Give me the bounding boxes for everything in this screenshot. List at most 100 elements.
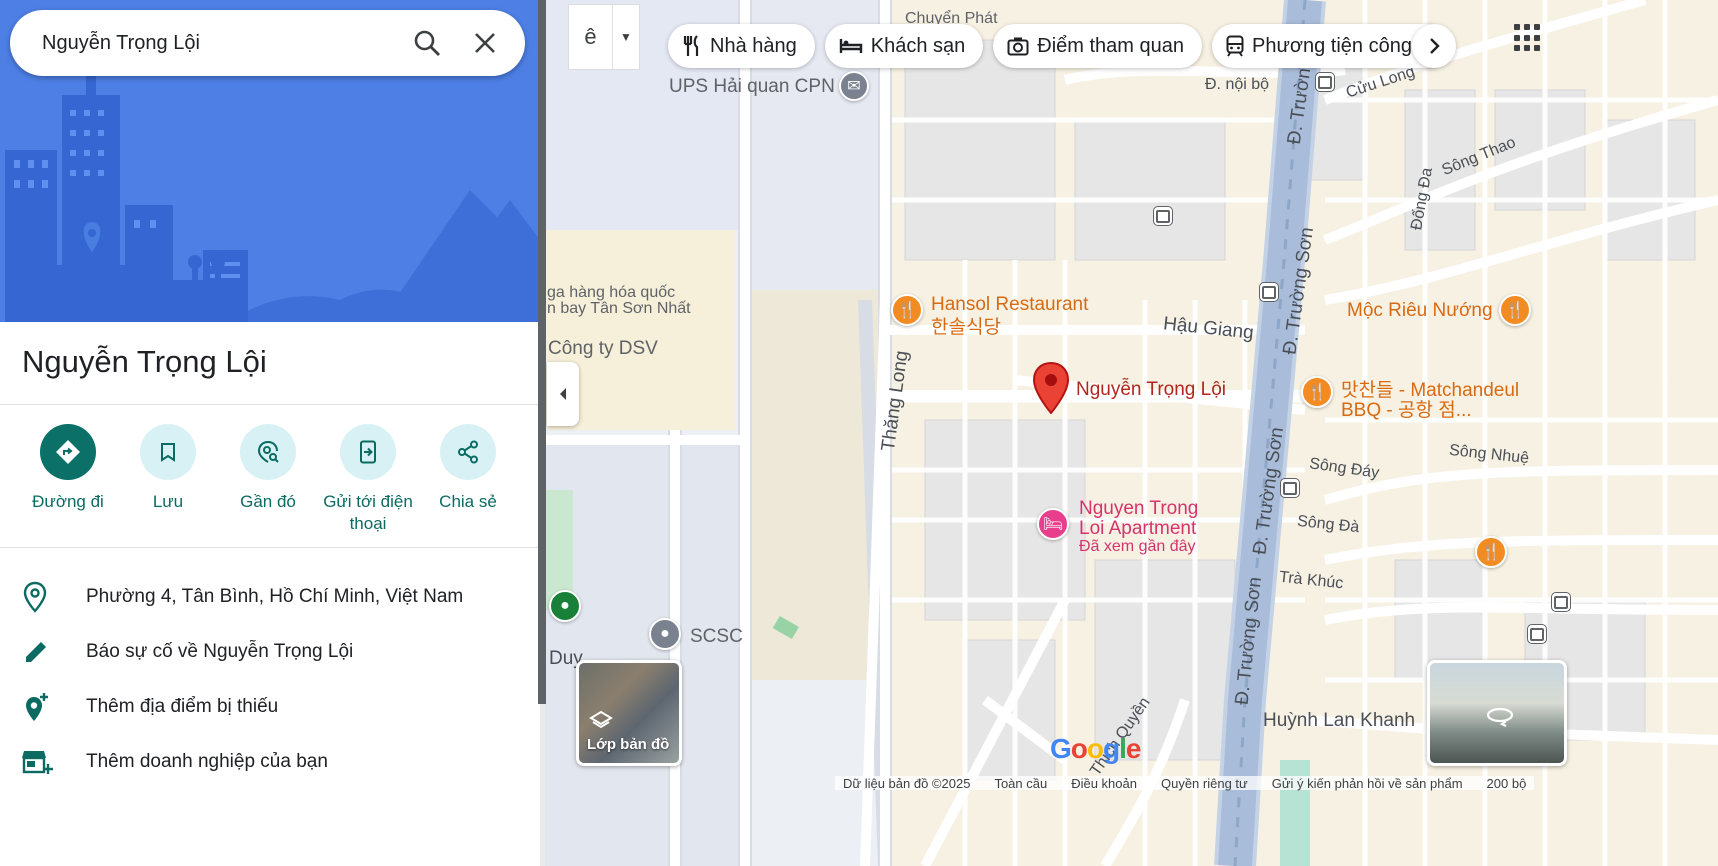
action-label: Chia sẻ bbox=[439, 492, 497, 511]
divider bbox=[0, 404, 540, 405]
footer-link-feedback[interactable]: Gửi ý kiến phản hồi về sản phẩm bbox=[1272, 776, 1463, 791]
map-label: n bay Tân Sơn Nhất bbox=[547, 300, 691, 317]
map-label: UPS Hải quan CPN bbox=[669, 76, 835, 97]
chip-label: Phương tiện công c bbox=[1252, 34, 1428, 57]
chip-label: Khách sạn bbox=[870, 34, 966, 57]
chevron-right-icon bbox=[1430, 38, 1440, 54]
bus-stop-icon[interactable] bbox=[1280, 478, 1300, 498]
nearby-button[interactable]: Gần đó bbox=[218, 424, 318, 535]
bookmark-icon bbox=[161, 443, 175, 462]
collapse-panel-button[interactable] bbox=[547, 362, 579, 426]
search-button[interactable] bbox=[403, 19, 451, 67]
chip-restaurants[interactable]: Nhà hàng bbox=[668, 24, 815, 68]
save-button[interactable]: Lưu bbox=[118, 424, 218, 535]
panel-scrollbar[interactable] bbox=[538, 0, 546, 704]
map-label: SCSC bbox=[690, 626, 743, 647]
place-marker-icon[interactable]: ● bbox=[549, 590, 581, 622]
maps-app: Chuyển Phát UPS Hải quan CPN ✉ Đ. nội bộ… bbox=[0, 0, 1718, 866]
restaurant-icon[interactable]: 🍴 bbox=[891, 294, 923, 326]
share-icon bbox=[458, 440, 478, 464]
chip-label: Nhà hàng bbox=[710, 34, 797, 57]
ime-current-char[interactable]: ê bbox=[569, 5, 613, 69]
poi-label: Đã xem gần đây bbox=[1079, 538, 1196, 555]
chevron-down-icon[interactable]: ▼ bbox=[613, 5, 639, 69]
chip-hotels[interactable]: Khách sạn bbox=[824, 24, 984, 68]
place-title: Nguyễn Trọng Lội bbox=[22, 344, 267, 379]
transit-icon bbox=[1226, 35, 1244, 57]
nearby-icon bbox=[257, 441, 279, 463]
add-missing-place-text: Thêm địa điểm bị thiếu bbox=[86, 696, 279, 717]
restaurant-icon bbox=[683, 35, 699, 56]
google-logo: Google bbox=[1050, 733, 1141, 764]
rotate-360-icon bbox=[1486, 707, 1514, 727]
action-label: Gửi tới điện thoại bbox=[323, 492, 413, 533]
scale-label[interactable]: 200 bộ bbox=[1487, 776, 1527, 791]
layers-icon bbox=[589, 710, 613, 729]
restaurant-icon[interactable]: 🍴 bbox=[1499, 294, 1531, 326]
action-label: Đường đi bbox=[32, 492, 104, 511]
map-data-attribution: Dữ liệu bản đồ ©2025 bbox=[843, 776, 971, 791]
chip-label: Điểm tham quan bbox=[1037, 34, 1185, 57]
bus-stop-icon[interactable] bbox=[1153, 206, 1173, 226]
report-issue-text: Báo sự cố về Nguyễn Trọng Lội bbox=[86, 641, 354, 662]
report-issue-row[interactable]: Báo sự cố về Nguyễn Trọng Lội bbox=[0, 625, 540, 679]
input-method-switcher[interactable]: ê ▼ bbox=[568, 4, 640, 70]
hotel-icon bbox=[839, 39, 862, 53]
poi-label[interactable]: Mộc Riêu Nướng bbox=[1347, 300, 1493, 322]
restaurant-icon[interactable]: 🍴 bbox=[1301, 376, 1333, 408]
bus-stop-icon[interactable] bbox=[1527, 624, 1547, 644]
poi-label[interactable]: Loi Apartment bbox=[1079, 518, 1196, 540]
add-business-icon bbox=[22, 751, 53, 774]
add-place-icon bbox=[26, 693, 48, 721]
camera-icon bbox=[1007, 37, 1029, 56]
category-chips: Nhà hàng Khách sạn Điểm tham quan Phương… bbox=[668, 24, 1449, 68]
edit-pencil-icon bbox=[26, 642, 46, 662]
map-layers-label: Lớp bản đồ bbox=[587, 736, 670, 753]
directions-button[interactable]: Đường đi bbox=[18, 424, 118, 535]
address-text: Phường 4, Tân Bình, Hồ Chí Minh, Việt Na… bbox=[86, 586, 464, 607]
caret-left-icon bbox=[560, 388, 566, 400]
add-missing-place-row[interactable]: Thêm địa điểm bị thiếu bbox=[0, 680, 540, 734]
add-business-text: Thêm doanh nghiệp của bạn bbox=[86, 751, 328, 772]
map-label: Công ty DSV bbox=[548, 338, 658, 359]
poi-label[interactable]: Nguyen Trong bbox=[1079, 498, 1198, 520]
selected-place-pin-icon[interactable] bbox=[1032, 361, 1070, 419]
google-apps-icon[interactable] bbox=[1514, 24, 1542, 52]
street-label: Đ. nội bộ bbox=[1205, 76, 1270, 93]
restaurant-icon[interactable]: 🍴 bbox=[1475, 536, 1507, 568]
action-label: Gần đó bbox=[240, 492, 296, 511]
poi-label[interactable]: 한솔식당 bbox=[931, 312, 1001, 339]
hotel-icon[interactable]: 🛏 bbox=[1037, 508, 1069, 540]
bus-stop-icon[interactable] bbox=[1315, 72, 1335, 92]
divider bbox=[0, 547, 540, 548]
bus-stop-icon[interactable] bbox=[1551, 592, 1571, 612]
search-box[interactable]: Nguyễn Trọng Lội bbox=[10, 10, 525, 76]
add-business-row[interactable]: Thêm doanh nghiệp của bạn bbox=[0, 735, 540, 789]
place-side-panel: Nguyễn Trọng Lội Nguyễn Trọng Lội Đường … bbox=[0, 0, 540, 866]
street-label: Huỳnh Lan Khanh bbox=[1263, 710, 1416, 731]
place-actions: Đường đi Lưu Gần đó Gửi tới điện thoại C… bbox=[18, 424, 518, 535]
address-row[interactable]: Phường 4, Tân Bình, Hồ Chí Minh, Việt Na… bbox=[0, 570, 540, 624]
clear-search-button[interactable] bbox=[461, 19, 509, 67]
send-to-phone-button[interactable]: Gửi tới điện thoại bbox=[318, 424, 418, 535]
search-input[interactable]: Nguyễn Trọng Lội bbox=[42, 32, 403, 55]
close-icon bbox=[475, 33, 495, 53]
share-button[interactable]: Chia sẻ bbox=[418, 424, 518, 535]
main-place-label[interactable]: Nguyễn Trọng Lội bbox=[1076, 379, 1226, 401]
chip-attractions[interactable]: Điểm tham quan bbox=[993, 24, 1203, 68]
location-pin-icon bbox=[23, 581, 47, 613]
send-to-phone-icon bbox=[360, 440, 376, 464]
bus-stop-icon[interactable] bbox=[1259, 282, 1279, 302]
poi-label[interactable]: BBQ - 공항 점... bbox=[1341, 395, 1472, 422]
action-label: Lưu bbox=[152, 492, 184, 511]
map-footer: Dữ liệu bản đồ ©2025 Toàn cầu Điều khoản… bbox=[835, 776, 1535, 791]
mail-icon[interactable]: ✉ bbox=[839, 71, 869, 101]
footer-link-global[interactable]: Toàn cầu bbox=[994, 776, 1047, 791]
street-view-thumbnail[interactable] bbox=[1427, 660, 1567, 766]
search-icon bbox=[414, 30, 440, 56]
place-marker-icon[interactable]: ● bbox=[649, 618, 681, 650]
footer-link-privacy[interactable]: Quyền riêng tư bbox=[1161, 776, 1248, 791]
chips-next-button[interactable] bbox=[1412, 24, 1456, 68]
map-layers-button[interactable]: Lớp bản đồ bbox=[576, 660, 682, 766]
footer-link-terms[interactable]: Điều khoản bbox=[1071, 776, 1137, 791]
